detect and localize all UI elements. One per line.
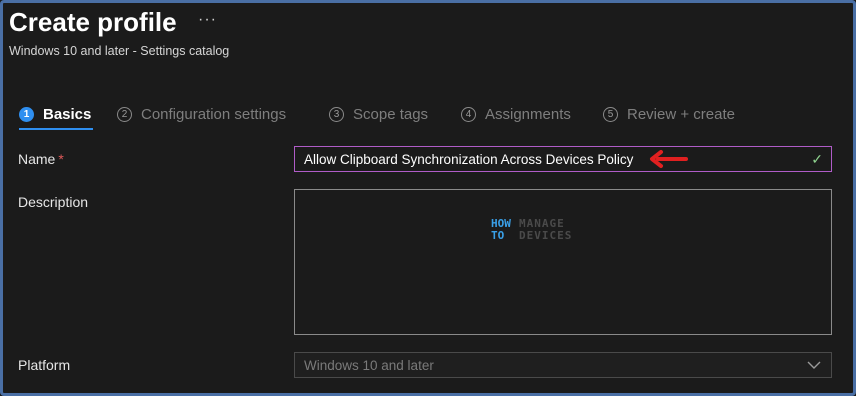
description-label: Description	[18, 194, 89, 210]
tab-basics[interactable]: 1 Basics	[19, 100, 91, 128]
step-2-icon: 2	[117, 106, 132, 122]
tab-label: Review + create	[627, 105, 735, 123]
step-1-icon: 1	[19, 106, 34, 122]
active-tab-indicator	[19, 128, 93, 130]
step-4-icon: 4	[461, 106, 476, 122]
name-input-value: Allow Clipboard Synchronization Across D…	[304, 151, 634, 167]
red-arrow-icon	[650, 150, 688, 168]
page-subtitle: Windows 10 and later - Settings catalog	[9, 44, 230, 58]
name-label: Name *	[18, 151, 64, 167]
checkmark-icon: ✓	[811, 151, 823, 167]
tab-review-create[interactable]: 5 Review + create	[603, 100, 735, 128]
required-indicator: *	[58, 151, 64, 167]
step-5-icon: 5	[603, 106, 618, 122]
tab-label: Assignments	[485, 105, 571, 123]
description-textarea[interactable]: HOW TO MANAGE DEVICES	[294, 189, 832, 335]
step-3-icon: 3	[329, 106, 344, 122]
platform-label: Platform	[18, 357, 71, 373]
chevron-down-icon	[807, 361, 821, 369]
tab-label: Configuration settings	[141, 105, 287, 123]
tab-configuration-settings[interactable]: 2 Configuration settings	[117, 100, 286, 128]
watermark-to: TO	[491, 229, 505, 242]
tab-label: Basics	[43, 105, 92, 123]
tab-assignments[interactable]: 4 Assignments	[461, 100, 571, 128]
name-label-text: Name	[18, 151, 56, 167]
page-title: Create profile	[9, 7, 177, 37]
name-input[interactable]: Allow Clipboard Synchronization Across D…	[294, 146, 832, 172]
tab-scope-tags[interactable]: 3 Scope tags	[329, 100, 428, 128]
wizard-tabs: 1 Basics 2 Configuration settings 3 Scop…	[17, 100, 847, 130]
tab-label: Scope tags	[353, 105, 429, 123]
platform-value: Windows 10 and later	[304, 357, 434, 373]
create-profile-panel: Create profile ··· Windows 10 and later …	[0, 0, 856, 396]
platform-select[interactable]: Windows 10 and later	[294, 352, 832, 378]
more-options-button[interactable]: ···	[198, 11, 217, 29]
watermark-devices: DEVICES	[519, 229, 573, 242]
